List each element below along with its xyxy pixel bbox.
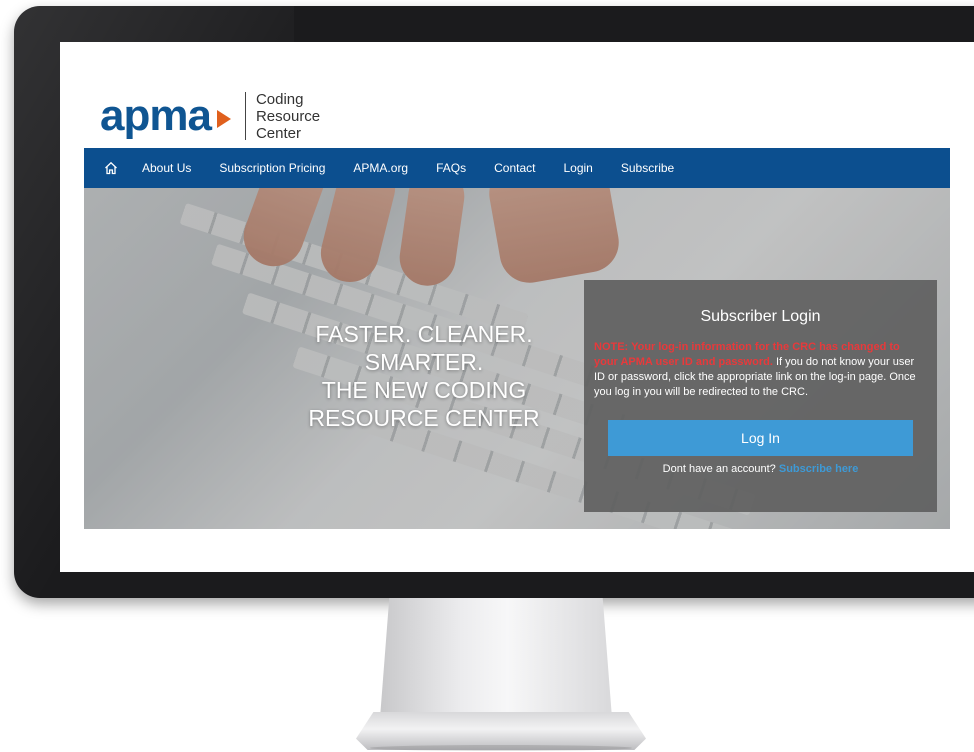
login-instructions: NOTE: Your log-in information for the CR…: [594, 340, 919, 400]
login-button[interactable]: Log In: [608, 420, 913, 456]
subscribe-here-link[interactable]: Subscribe here: [779, 463, 858, 475]
login-title: Subscriber Login: [700, 308, 821, 325]
login-footer: Dont have an account? Subscribe here: [584, 463, 937, 475]
tagline-line3: THE NEW CODING: [321, 377, 527, 403]
logo-subtitle-line3: Center: [255, 124, 301, 142]
nav-contact[interactable]: Contact: [494, 161, 535, 175]
nav-faqs[interactable]: FAQs: [436, 161, 466, 175]
monitor-stand-neck: [380, 598, 612, 718]
nav-subscribe[interactable]: Subscribe: [621, 161, 674, 175]
hero-tagline: FASTER. CLEANER. SMARTER. THE NEW CODING…: [289, 320, 559, 432]
main-navbar: About Us Subscription Pricing APMA.org F…: [84, 148, 950, 188]
logo-arrow-icon: [216, 110, 231, 128]
monitor-screen: apma Coding Resource Center About Us Sub…: [60, 42, 974, 572]
apma-logo[interactable]: apma Coding Resource Center: [100, 90, 320, 142]
monitor-bezel: apma Coding Resource Center About Us Sub…: [14, 6, 974, 598]
tagline-line2: SMARTER.: [364, 349, 484, 375]
hero-banner: FASTER. CLEANER. SMARTER. THE NEW CODING…: [84, 188, 950, 529]
nav-about-us[interactable]: About Us: [142, 161, 191, 175]
logo-subtitle-line1: Coding: [255, 90, 304, 108]
login-footer-text: Dont have an account?: [662, 463, 776, 475]
tagline-line4: RESOURCE CENTER: [308, 405, 540, 431]
stand-shadow: [370, 745, 632, 751]
subscriber-login-panel: Subscriber Login NOTE: Your log-in infor…: [584, 280, 937, 512]
logo-subtitle-line2: Resource: [255, 107, 321, 125]
nav-login[interactable]: Login: [563, 161, 592, 175]
tagline-line1: FASTER. CLEANER.: [315, 321, 533, 347]
nav-apma-org[interactable]: APMA.org: [353, 161, 408, 175]
logo-subtitle: Coding Resource Center: [256, 91, 320, 142]
home-icon[interactable]: [104, 159, 122, 177]
nav-subscription-pricing[interactable]: Subscription Pricing: [219, 161, 325, 175]
logo-wordmark: apma: [100, 91, 212, 140]
logo-divider: [244, 92, 246, 140]
